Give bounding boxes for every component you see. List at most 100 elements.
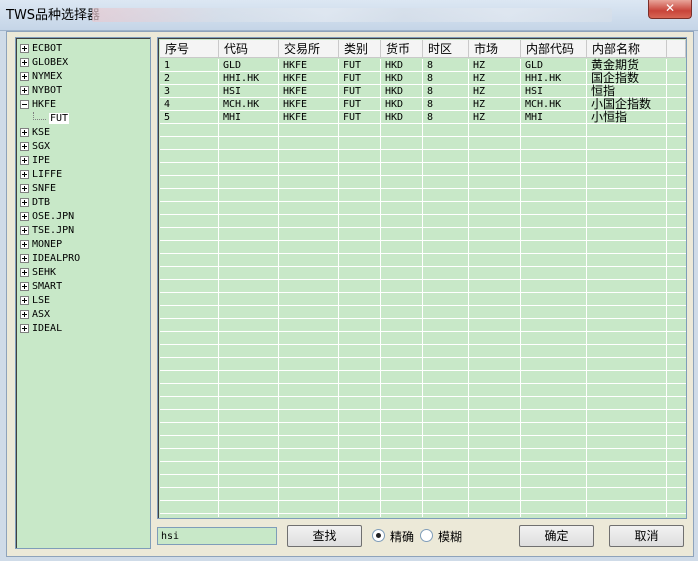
expand-icon[interactable]: [20, 127, 29, 137]
tree-node-sehk[interactable]: SEHK: [20, 266, 56, 280]
column-header[interactable]: 序号: [160, 40, 219, 58]
grid-body[interactable]: 1 GLD HKFE FUT HKD 8 HZ GLD 黄金期货 2 HHI.HK HKFE FUT HK…: [160, 59, 686, 517]
column-header[interactable]: 类别: [339, 40, 381, 58]
table-cell: HZ: [473, 112, 486, 123]
radio-selected-icon: [372, 529, 385, 542]
table-cell: 小恒指: [591, 110, 628, 124]
table-cell: 8: [427, 60, 434, 71]
expand-icon[interactable]: [20, 57, 29, 67]
column-header[interactable]: 时区: [423, 40, 469, 58]
expand-icon[interactable]: [20, 239, 29, 249]
table-row[interactable]: 5 MHI HKFE FUT HKD 8 HZ MHI 小恒指: [160, 111, 686, 124]
tree-node-label: LSE: [32, 295, 51, 306]
table-cell: MCH.HK: [525, 99, 562, 110]
expand-icon[interactable]: [20, 141, 29, 151]
tree-node-globex[interactable]: GLOBEX: [20, 56, 68, 70]
expand-icon[interactable]: [20, 211, 29, 221]
tree-node-lse[interactable]: LSE: [20, 294, 50, 308]
tree-node-label: IPE: [32, 155, 51, 166]
exact-match-radio[interactable]: 精确: [372, 529, 414, 545]
expand-icon[interactable]: [20, 281, 29, 291]
table-cell: 4: [164, 99, 171, 110]
expand-icon[interactable]: [20, 71, 29, 81]
tree-node-nymex[interactable]: NYMEX: [20, 70, 62, 84]
table-cell: HKFE: [283, 99, 308, 110]
column-header[interactable]: 市场: [469, 40, 521, 58]
tree-node-ecbot[interactable]: ECBOT: [20, 42, 62, 56]
tree-node-ideal[interactable]: IDEAL: [20, 322, 62, 336]
table-cell: HZ: [473, 60, 486, 71]
expand-icon[interactable]: [20, 155, 29, 165]
table-cell: 5: [164, 112, 171, 123]
table-cell: 8: [427, 73, 434, 84]
expand-icon[interactable]: [20, 267, 29, 277]
tree-node-idealpro[interactable]: IDEALPRO: [20, 252, 80, 266]
grid-column-divider: [666, 59, 667, 517]
ok-button[interactable]: 确定: [519, 525, 594, 547]
expand-icon[interactable]: [20, 253, 29, 263]
table-cell: 8: [427, 86, 434, 97]
tree-node-dtb[interactable]: DTB: [20, 196, 50, 210]
cancel-button[interactable]: 取消: [609, 525, 684, 547]
tree-node-monep[interactable]: MONEP: [20, 238, 62, 252]
tree-node-hkfe[interactable]: HKFE: [20, 98, 56, 112]
column-header[interactable]: 内部代码: [521, 40, 587, 58]
exchange-tree[interactable]: ECBOT GLOBEX NYMEX NYBOT HKFE FUT KSE SGX IPE LIF…: [15, 37, 151, 549]
table-cell: GLD: [223, 60, 242, 71]
expand-icon[interactable]: [20, 85, 29, 95]
column-header[interactable]: 货币: [381, 40, 423, 58]
grid-column-divider: [468, 59, 469, 517]
expand-icon[interactable]: [20, 169, 29, 179]
table-cell: MHI: [223, 112, 242, 123]
table-cell: FUT: [343, 86, 362, 97]
table-cell: HKFE: [283, 60, 308, 71]
column-header[interactable]: 交易所: [279, 40, 339, 58]
table-cell: HSI: [223, 86, 242, 97]
grid-header: 序号 代码 交易所 类别 货币 时区 市场 内部代码 内部名称: [160, 40, 686, 59]
expand-icon[interactable]: [20, 295, 29, 305]
expand-icon[interactable]: [20, 309, 29, 319]
tree-node-kse[interactable]: KSE: [20, 126, 50, 140]
tree-node-liffe[interactable]: LIFFE: [20, 168, 62, 182]
tree-node-sgx[interactable]: SGX: [20, 140, 50, 154]
tree-node-label: ECBOT: [32, 43, 63, 54]
column-header[interactable]: 内部名称: [587, 40, 667, 58]
window-title: TWS品种选择器: [6, 8, 101, 23]
table-cell: HKD: [385, 112, 404, 123]
fuzzy-match-radio[interactable]: 模糊: [420, 529, 462, 545]
column-header[interactable]: 代码: [219, 40, 279, 58]
grid-column-divider: [338, 59, 339, 517]
tree-node-label: MONEP: [32, 239, 63, 250]
expand-icon[interactable]: [20, 183, 29, 193]
tree-node-ose-jpn[interactable]: OSE.JPN: [20, 210, 74, 224]
tree-node-label: NYMEX: [32, 71, 63, 82]
table-cell: HKD: [385, 99, 404, 110]
expand-icon[interactable]: [20, 225, 29, 235]
tree-node-label: IDEALPRO: [32, 253, 81, 264]
radio-unselected-icon: [420, 529, 433, 542]
close-button[interactable]: ✕: [648, 0, 692, 19]
tree-leaf-label: FUT: [49, 113, 70, 124]
tree-node-smart[interactable]: SMART: [20, 280, 62, 294]
tree-node-asx[interactable]: ASX: [20, 308, 50, 322]
table-cell: 2: [164, 73, 171, 84]
tree-node-tse-jpn[interactable]: TSE.JPN: [20, 224, 74, 238]
dialog-client-area: ECBOT GLOBEX NYMEX NYBOT HKFE FUT KSE SGX IPE LIF…: [6, 31, 694, 557]
table-cell: HKFE: [283, 86, 308, 97]
expand-icon[interactable]: [20, 197, 29, 207]
tree-node-label: SEHK: [32, 267, 57, 278]
tree-node-snfe[interactable]: SNFE: [20, 182, 56, 196]
expand-icon[interactable]: [20, 43, 29, 53]
search-input[interactable]: [157, 527, 277, 545]
instrument-grid[interactable]: 序号 代码 交易所 类别 货币 时区 市场 内部代码 内部名称 1 GLD HKFE FUT HKD 8 H…: [157, 37, 687, 519]
table-cell: 8: [427, 112, 434, 123]
tree-node-nybot[interactable]: NYBOT: [20, 84, 62, 98]
grid-column-divider: [278, 59, 279, 517]
collapse-icon[interactable]: [20, 99, 29, 109]
tree-leaf-fut[interactable]: FUT: [33, 112, 70, 126]
tree-node-label: DTB: [32, 197, 51, 208]
find-button[interactable]: 查找: [287, 525, 362, 547]
expand-icon[interactable]: [20, 323, 29, 333]
tree-node-ipe[interactable]: IPE: [20, 154, 50, 168]
tree-connector: [33, 112, 46, 120]
